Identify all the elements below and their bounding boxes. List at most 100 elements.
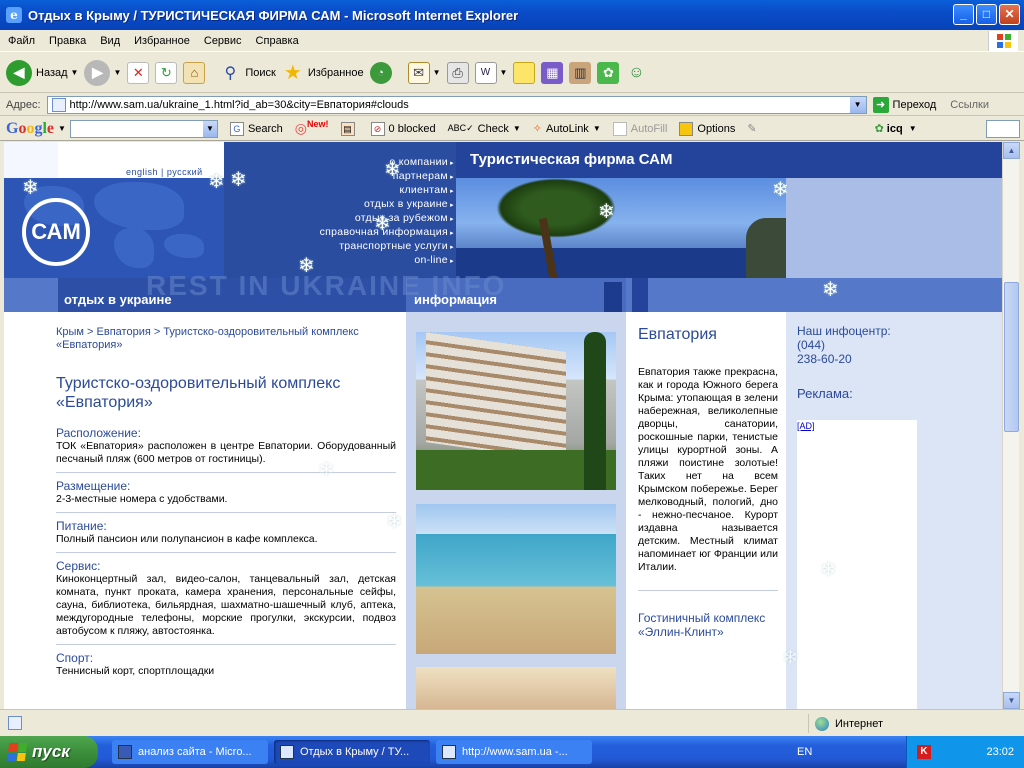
language-indicator[interactable]: EN (797, 746, 812, 758)
options-button[interactable]: Options (679, 121, 736, 136)
interior-photo[interactable] (416, 667, 616, 709)
google-pagerank[interactable]: ◎ New! (294, 119, 329, 137)
icq-button[interactable]: ✿ icq ▼ (874, 122, 917, 136)
task-label: http://www.sam.ua -... (462, 746, 568, 758)
security-zone[interactable]: Интернет (808, 714, 1018, 733)
menu-tools[interactable]: Сервис (204, 35, 242, 47)
options-label: Options (697, 122, 736, 135)
antivirus-icon[interactable]: K (917, 745, 931, 759)
autolink-button[interactable]: ✧ AutoLink ▼ (533, 122, 601, 136)
section-sport: Спорт: Теннисный корт, спортплощадки (56, 651, 396, 684)
go-arrow-icon: ➜ (872, 96, 889, 113)
refresh-icon[interactable]: ↻ (155, 61, 178, 84)
google-menu-dropdown-icon[interactable]: ▼ (58, 124, 66, 133)
go-label: Переход (892, 98, 937, 111)
search-button[interactable]: ⚲ Поиск (219, 56, 276, 90)
taskbar-item-word[interactable]: анализ сайта - Micro... (112, 740, 268, 764)
google-toolbar: Google ▼ ▼ G Search ◎ New! ▤ ⊘ 0 blocked AB… (0, 117, 1024, 141)
icq-flower-icon[interactable]: ✿ (597, 61, 620, 84)
edit-word-icon[interactable]: W (474, 61, 497, 84)
ad-link[interactable]: [AD] (797, 421, 815, 431)
popup-blocker[interactable]: ⊘ 0 blocked (370, 121, 436, 136)
taskbar-item-ie[interactable]: http://www.sam.ua -... (436, 740, 592, 764)
google-search-dropdown-icon[interactable]: ▼ (202, 120, 217, 137)
favorites-star-icon: ★ (283, 62, 302, 84)
section-text: Полный пансион или полупансион в кафе ко… (56, 533, 318, 545)
beach-photo[interactable] (416, 504, 616, 654)
stop-icon[interactable]: ✕ (127, 61, 150, 84)
section-heading: Питание: (56, 519, 107, 533)
hotel-building-photo[interactable] (416, 332, 616, 490)
ads-title: Реклама: (797, 386, 853, 401)
scroll-up-icon[interactable]: ▲ (1003, 142, 1020, 159)
google-news-button[interactable]: ▤ (340, 121, 359, 136)
city-column: Евпатория Евпатория также прекрасна, как… (626, 312, 786, 709)
links-button[interactable]: Ссылки (950, 99, 989, 111)
history-icon[interactable]: ◔ (369, 61, 392, 84)
window-titlebar[interactable]: e Отдых в Крыму / ТУРИСТИЧЕСКАЯ ФИРМА СА… (0, 0, 1024, 30)
sam-logo[interactable]: САМ (22, 198, 90, 266)
highlighter-button[interactable]: ✎ (747, 122, 756, 135)
back-button[interactable]: ◀ Назад ▼ (6, 56, 78, 90)
snowflake-icon: ❄ (598, 201, 615, 223)
spellcheck-button[interactable]: ABC✓ Check ▼ (448, 123, 521, 135)
search-label: Поиск (245, 66, 276, 79)
favorites-button[interactable]: ★ Избранное (282, 56, 364, 90)
address-dropdown-icon[interactable]: ▼ (849, 96, 866, 113)
maximize-button[interactable]: □ (976, 4, 997, 25)
scroll-thumb[interactable] (1004, 282, 1019, 432)
menu-help[interactable]: Справка (256, 35, 299, 47)
icq-icon: ✿ (874, 123, 884, 135)
site-header: english | русский САМ о компании партнер… (4, 142, 1002, 312)
section-text: Киноконцертный зал, видео-салон, танцева… (56, 573, 396, 637)
nav-online[interactable]: on-line (320, 254, 454, 268)
next-hotel-link[interactable]: Гостиничный комплекс «Эллин-Клинт» (638, 611, 778, 639)
forward-button[interactable]: ▶ ▼ (84, 56, 121, 90)
minimize-button[interactable]: _ (953, 4, 974, 25)
back-arrow-icon: ◀ (6, 59, 32, 86)
pagerank-icon: ◎ (294, 120, 308, 136)
mail-icon[interactable]: ✉ (407, 61, 430, 84)
menu-edit[interactable]: Правка (49, 35, 86, 47)
autofill-button[interactable]: AutoFill (612, 121, 667, 136)
infocenter-label: Наш инфоцентр: (797, 324, 891, 338)
google-logo[interactable]: Google (6, 120, 54, 138)
vertical-scrollbar[interactable]: ▲ ▼ (1002, 142, 1020, 709)
forward-dropdown-icon[interactable]: ▼ (113, 68, 121, 77)
news-icon: ▤ (340, 121, 355, 136)
scroll-down-icon[interactable]: ▼ (1003, 692, 1020, 709)
google-search-button[interactable]: G Search (229, 121, 283, 136)
notes-icon[interactable] (513, 61, 536, 84)
print-icon[interactable]: ⎙ (446, 61, 469, 84)
start-button[interactable]: пуск (0, 736, 98, 768)
language-switch[interactable]: english | русский (126, 167, 203, 177)
search-magnifier-icon: ⚲ (224, 64, 237, 82)
nav-transport[interactable]: транспортные услуги (320, 240, 454, 254)
back-dropdown-icon[interactable]: ▼ (71, 68, 79, 77)
address-input[interactable]: http://www.sam.ua/ukraine_1.html?id_ab=3… (46, 95, 867, 114)
section-heading: Сервис: (56, 559, 101, 573)
city-description: Евпатория также прекрасна, как и города … (638, 366, 778, 573)
menu-favorites[interactable]: Избранное (134, 35, 190, 47)
icq-input[interactable] (986, 120, 1020, 138)
msn-buddies-icon[interactable]: ☺ (625, 62, 647, 84)
icq-label: icq (886, 122, 903, 135)
go-button[interactable]: ➜ Переход (872, 96, 937, 113)
home-icon[interactable]: ⌂ (183, 61, 206, 84)
breadcrumb[interactable]: Крым > Евпатория > Туристско-оздоровител… (56, 326, 400, 352)
messenger-books-icon[interactable]: ▥ (569, 61, 592, 84)
menu-view[interactable]: Вид (100, 35, 120, 47)
taskbar-item-ie-active[interactable]: Отдых в Крыму / ТУ... (274, 740, 430, 764)
menu-file[interactable]: Файл (8, 35, 35, 47)
snowflake-icon: ❄ (782, 647, 799, 669)
google-search-input[interactable]: ▼ (69, 119, 218, 138)
close-button[interactable]: ✕ (999, 4, 1020, 25)
nav-ukraine[interactable]: отдых в украине (320, 198, 454, 212)
nav-clients[interactable]: клиентам (320, 184, 454, 198)
windows-logo-icon (988, 31, 1018, 51)
page-viewport: english | русский САМ о компании партнер… (4, 142, 1002, 709)
research-icon[interactable]: ▦ (541, 61, 564, 84)
google-g-icon: G (229, 121, 244, 136)
snowflake-icon: ❄ (822, 279, 839, 301)
address-bar: Адрес: http://www.sam.ua/ukraine_1.html?… (0, 94, 1024, 116)
